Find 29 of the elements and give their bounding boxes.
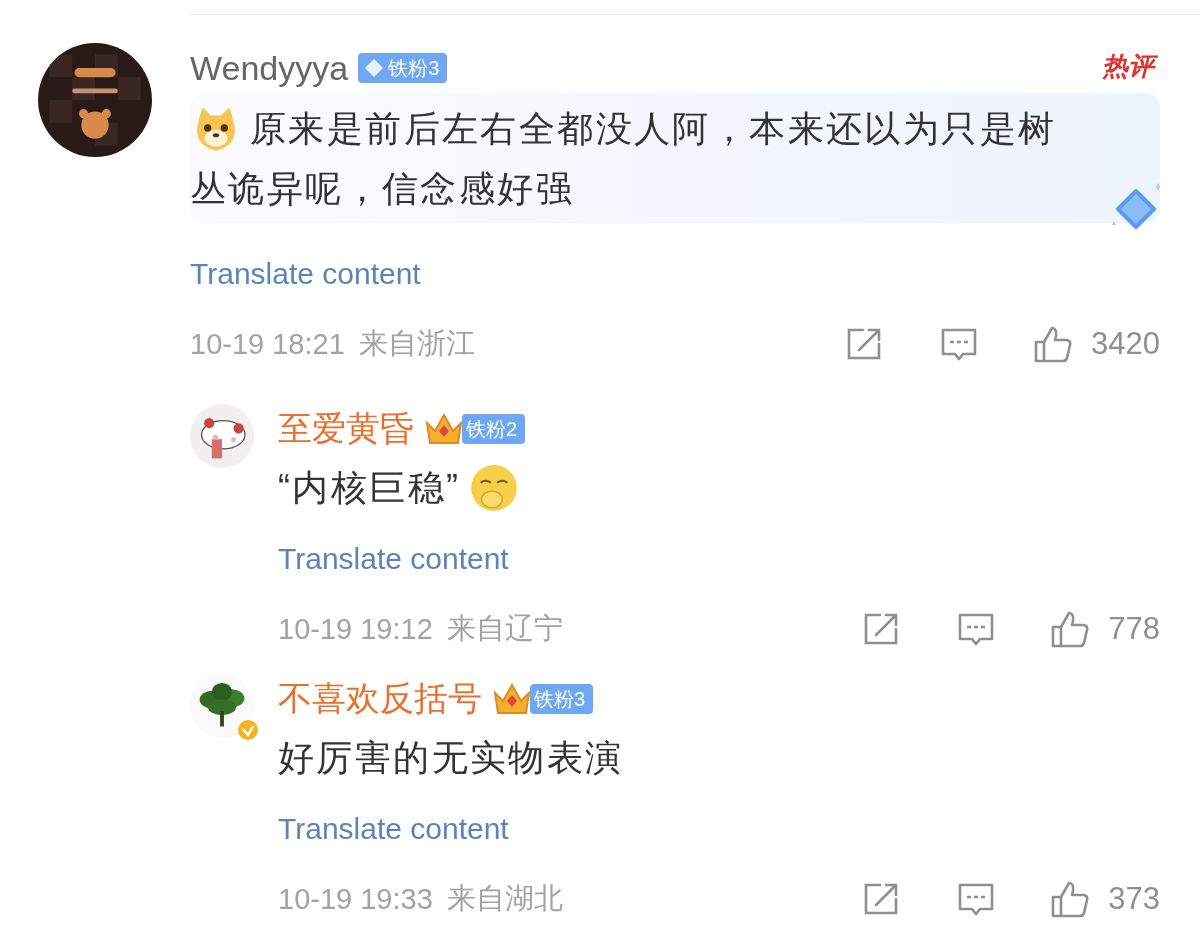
comment-text: 好厉害的无实物表演 (278, 736, 624, 780)
thumbs-up-icon[interactable] (1050, 609, 1091, 649)
thumbs-up-icon[interactable] (1033, 324, 1074, 364)
timestamp: 10-19 18:21 (190, 327, 345, 361)
timestamp: 10-19 19:33 (278, 882, 433, 916)
thumbs-up-icon[interactable] (1050, 879, 1091, 919)
location: 来自辽宁 (446, 611, 563, 646)
fan-badge: 铁粉2 (462, 414, 526, 444)
location: 来自浙江 (358, 326, 475, 361)
username[interactable]: 至爱黄昏 (278, 406, 414, 452)
diamond-icon (364, 58, 385, 78)
like-count: 778 (1108, 611, 1160, 647)
location: 来自湖北 (446, 881, 563, 916)
crown-icon (424, 411, 464, 447)
translate-link[interactable]: Translate content (278, 809, 509, 849)
username[interactable]: Wendyyya (190, 48, 349, 88)
comment-text: 原来是前后左右全都没人阿，本来还以为只是树 (250, 107, 1057, 151)
like-count: 373 (1108, 881, 1160, 917)
crown-icon (492, 681, 532, 717)
timestamp: 10-19 19:12 (278, 612, 433, 646)
fan-badge: 铁粉3 (358, 53, 448, 83)
comment-text: “内核巨稳” (278, 466, 461, 510)
translate-link[interactable]: Translate content (190, 254, 421, 294)
comment-text: 丛诡异呢，信念感好强 (190, 167, 574, 211)
hot-comment-label: 热评 (1098, 49, 1160, 83)
like-count: 3420 (1091, 326, 1160, 362)
translate-link[interactable]: Translate content (278, 539, 509, 579)
username[interactable]: 不喜欢反括号 (278, 676, 482, 722)
fan-badge: 铁粉3 (530, 684, 594, 714)
